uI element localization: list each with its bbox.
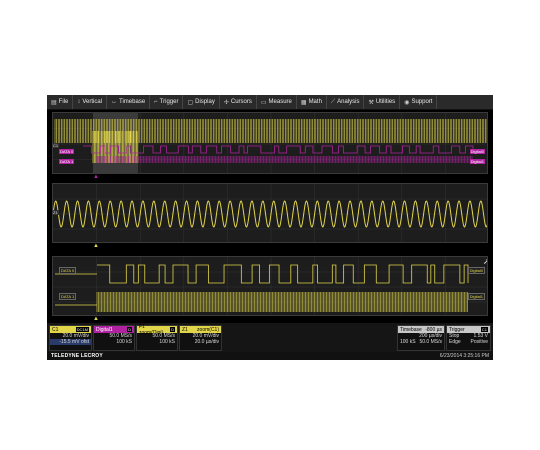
math-icon: ▦ bbox=[300, 99, 307, 106]
channel-label-c1: C1 bbox=[53, 143, 60, 148]
data0-digital-trace bbox=[97, 264, 469, 284]
timebase-icon: ↔ bbox=[111, 99, 118, 105]
menu-support[interactable]: ◉ Support bbox=[400, 95, 438, 109]
zoom-grid[interactable]: Z1 bbox=[52, 183, 488, 243]
file-icon: ▤ bbox=[51, 99, 57, 106]
menu-label: Analysis bbox=[337, 99, 360, 105]
date-time: 6/23/2014 3:25:16 PM bbox=[439, 353, 489, 359]
timebase-samples: 100 kS bbox=[400, 339, 416, 345]
menu-label: Utilities bbox=[375, 99, 396, 105]
digital-tag: D bbox=[127, 327, 132, 332]
status-footer: TELEDYNE LECROY 6/23/2014 3:25:16 PM bbox=[47, 352, 493, 360]
cursors-icon: ✢ bbox=[223, 99, 229, 106]
digital-descriptor[interactable]: Digital1 D 50.0 MS/s 100 kS bbox=[93, 325, 135, 351]
digital-name: Digital1 bbox=[96, 326, 113, 333]
trigger-row2: Edge Positive bbox=[447, 339, 490, 345]
brand-logo: TELEDYNE LECROY bbox=[51, 353, 103, 359]
data0-label-digital: DATA 0 bbox=[59, 267, 77, 274]
digital-trace-svg bbox=[53, 257, 487, 315]
oscilloscope-window: ▤ File ↕ Vertical ↔ Timebase ⌐ Trigger ▢ Display ✢… bbox=[47, 95, 493, 360]
c1-descriptor[interactable]: C1 DC1M 20.0 mV/div -15.5 mV ofst bbox=[49, 325, 92, 351]
trigger-slope: Positive bbox=[470, 339, 488, 345]
digital1-label-digital: Digital1 bbox=[467, 293, 485, 300]
c1-coupling-tag: DC1M bbox=[75, 327, 89, 332]
digital0-label-overview: Digital0 bbox=[469, 149, 485, 154]
zoom-sine-svg bbox=[53, 184, 487, 242]
digital1-label-overview: Digital1 bbox=[469, 159, 485, 164]
menu-label: Math bbox=[308, 99, 322, 105]
trigger-descriptor[interactable]: Trigger C1 Stop 1.53 V Edge Positive bbox=[446, 325, 491, 351]
overview-trace-svg bbox=[53, 113, 487, 173]
channel-label-z1: Z1 bbox=[53, 210, 59, 215]
timebase-row2: 100 kS 50.0 MS/s bbox=[398, 339, 444, 345]
menu-trigger[interactable]: ⌐ Trigger bbox=[150, 95, 184, 109]
menu-label: Measure bbox=[268, 99, 292, 105]
trigger-type: Edge bbox=[449, 339, 461, 345]
measure-icon: ▭ bbox=[260, 99, 267, 106]
f1-samples: 100 kS bbox=[159, 339, 175, 345]
overview-grid[interactable]: C1 DATA 0 DATA 1 Digital0 Digital1 bbox=[52, 112, 488, 174]
c1-name: C1 bbox=[52, 326, 59, 333]
f1-descriptor[interactable]: F1 zoom(Digi) D 50.0 MS/s 100 kS bbox=[136, 324, 178, 351]
digital-grid[interactable]: DATA 0 DATA 1 Digital0 Digital1 ➚ bbox=[52, 256, 488, 316]
analysis-icon: ⟋ bbox=[330, 98, 336, 105]
timebase-label: Timebase bbox=[400, 326, 422, 333]
descriptor-strip: C1 DC1M 20.0 mV/div -15.5 mV ofst Digital… bbox=[47, 323, 493, 352]
z1-timebase: 20.0 µs/div bbox=[194, 339, 219, 345]
z1-title: zoom(C1) bbox=[197, 326, 219, 333]
menu-label: Trigger bbox=[159, 99, 179, 105]
menu-analysis[interactable]: ⟋ Analysis bbox=[327, 95, 365, 109]
c1-offset: -15.5 mV ofst bbox=[50, 339, 91, 345]
trigger-icon: ⌐ bbox=[154, 99, 158, 105]
trigger-source: C1 bbox=[480, 327, 488, 332]
menu-cursors[interactable]: ✢ Cursors bbox=[220, 95, 257, 109]
data0-overview-trace bbox=[83, 145, 474, 154]
menu-measure[interactable]: ▭ Measure bbox=[257, 95, 297, 109]
menu-bar: ▤ File ↕ Vertical ↔ Timebase ⌐ Trigger ▢ Display ✢… bbox=[47, 95, 493, 110]
trigger-marker-zoom: ▲ bbox=[93, 243, 99, 249]
menu-display[interactable]: ▢ Display bbox=[183, 95, 220, 109]
menu-math[interactable]: ▦ Math bbox=[297, 95, 327, 109]
data0-label-overview: DATA 0 bbox=[59, 149, 75, 154]
display-icon: ▢ bbox=[187, 99, 194, 106]
trigger-marker-digital: ▲ bbox=[93, 316, 99, 322]
timebase-descriptor[interactable]: Timebase -800 µs 200 µs/div 100 kS 50.0 MS… bbox=[397, 325, 445, 351]
menu-label: Vertical bbox=[82, 99, 103, 105]
menu-timebase[interactable]: ↔ Timebase bbox=[107, 95, 151, 109]
menu-file[interactable]: ▤ File bbox=[47, 95, 74, 109]
menu-label: Timebase bbox=[119, 99, 146, 105]
menu-label: Cursors bbox=[230, 99, 252, 105]
digital0-label-digital: Digital0 bbox=[467, 267, 485, 274]
menu-vertical[interactable]: ↕ Vertical bbox=[73, 95, 108, 109]
digital-samples: 100 kS bbox=[116, 339, 132, 345]
z1-descriptor[interactable]: Z1 zoom(C1) 20.0 mV/div 20.0 µs/div bbox=[179, 325, 222, 351]
data1-label-digital: DATA 1 bbox=[59, 293, 77, 300]
menu-label: Support bbox=[411, 99, 433, 105]
trigger-marker-overview: ▲ bbox=[93, 174, 99, 180]
timebase-delay: -800 µs bbox=[425, 326, 442, 333]
trigger-label: Trigger bbox=[449, 326, 465, 333]
z1-name: Z1 bbox=[182, 326, 188, 333]
support-icon: ◉ bbox=[404, 99, 410, 106]
mouse-cursor-icon: ➚ bbox=[483, 257, 487, 266]
menu-utilities[interactable]: ⚒ Utilities bbox=[364, 95, 401, 109]
menu-label: Display bbox=[195, 99, 215, 105]
menu-label: File bbox=[58, 99, 69, 105]
utilities-icon: ⚒ bbox=[368, 99, 374, 106]
timebase-rate: 50.0 MS/s bbox=[419, 339, 442, 345]
data1-label-overview: DATA 1 bbox=[59, 159, 75, 164]
f1-tag: D bbox=[170, 327, 175, 332]
vertical-icon: ↕ bbox=[77, 99, 81, 105]
